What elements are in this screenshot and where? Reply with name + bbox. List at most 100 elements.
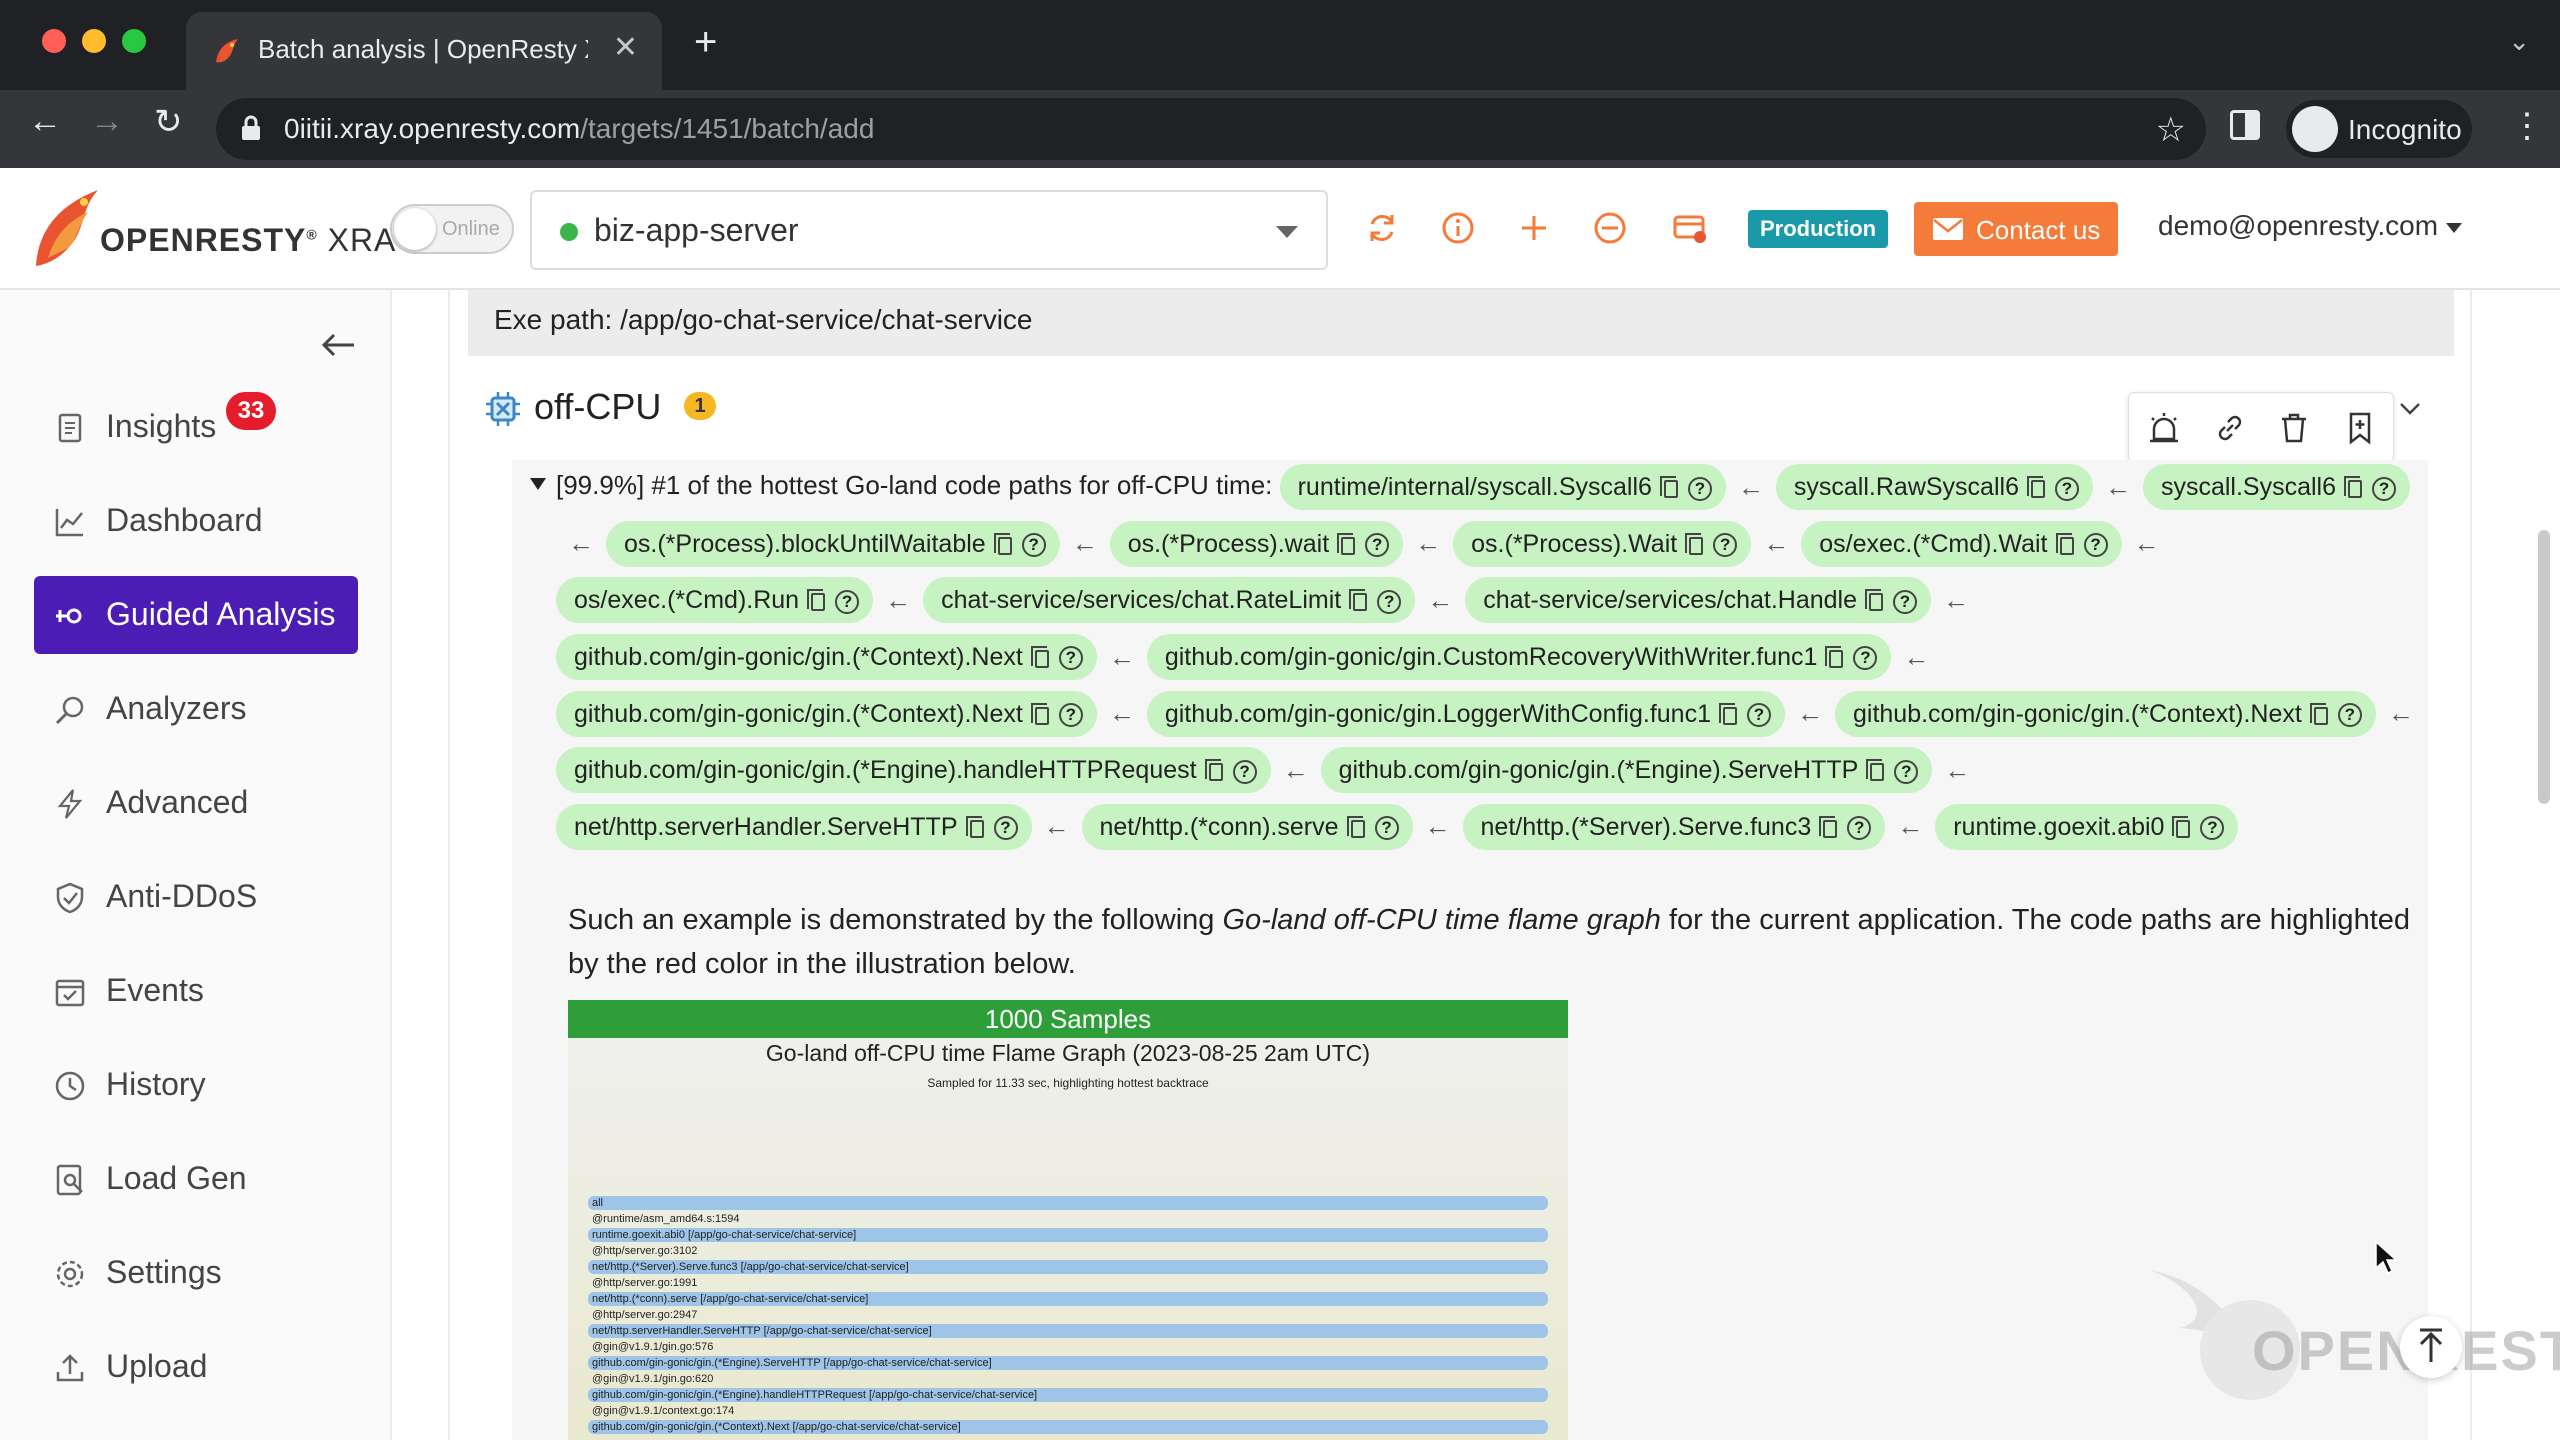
- help-icon[interactable]: ?: [2083, 533, 2108, 558]
- code-frame-pill[interactable]: os.(*Process).blockUntilWaitable?: [606, 520, 1060, 567]
- code-frame-pill[interactable]: github.com/gin-gonic/gin.(*Context).Next…: [556, 690, 1097, 737]
- sidebar-item-settings[interactable]: Settings: [34, 1234, 358, 1312]
- target-selector[interactable]: biz-app-server: [530, 190, 1328, 270]
- code-frame-pill[interactable]: runtime.goexit.abi0?: [1935, 803, 2239, 850]
- new-tab-button[interactable]: +: [694, 20, 717, 65]
- chevron-down-icon[interactable]: [2398, 396, 2422, 420]
- flame-frame[interactable]: @http/server.go:2947: [588, 1308, 1548, 1322]
- help-icon[interactable]: ?: [1377, 589, 1402, 614]
- window-close-button[interactable]: [42, 29, 66, 53]
- code-frame-pill[interactable]: syscall.RawSyscall6?: [1775, 464, 2093, 511]
- window-maximize-button[interactable]: [122, 29, 146, 53]
- flame-frame[interactable]: all: [588, 1196, 1548, 1210]
- card-icon[interactable]: [1672, 210, 1708, 246]
- forward-icon[interactable]: →: [90, 102, 124, 141]
- bookmark-star-icon[interactable]: ☆: [2156, 110, 2186, 150]
- flame-frame[interactable]: @http/server.go:3102: [588, 1244, 1548, 1258]
- code-frame-pill[interactable]: os/exec.(*Cmd).Wait?: [1801, 520, 2122, 567]
- help-icon[interactable]: ?: [2200, 816, 2225, 841]
- copy-icon[interactable]: [1718, 702, 1737, 725]
- sidebar-item-anti-ddos[interactable]: Anti-DDoS: [34, 858, 358, 936]
- help-icon[interactable]: ?: [1893, 589, 1917, 614]
- sidebar-item-guided-analysis[interactable]: Guided Analysis: [34, 576, 358, 654]
- contact-us-button[interactable]: Contact us: [1914, 202, 2118, 256]
- side-panel-icon[interactable]: [2230, 110, 2260, 140]
- sidebar-item-events[interactable]: Events: [34, 952, 358, 1030]
- copy-icon[interactable]: [1659, 476, 1678, 499]
- copy-icon[interactable]: [807, 589, 826, 612]
- openresty-xray-logo[interactable]: OPENRESTY® XRAY: [28, 178, 415, 278]
- help-icon[interactable]: ?: [1746, 703, 1771, 728]
- copy-icon[interactable]: [1346, 815, 1365, 838]
- refresh-icon[interactable]: [1364, 210, 1400, 246]
- flame-frame[interactable]: net/http.serverHandler.ServeHTTP [/app/g…: [588, 1324, 1548, 1338]
- sidebar-item-advanced[interactable]: Advanced: [34, 764, 358, 842]
- code-frame-pill[interactable]: net/http.serverHandler.ServeHTTP?: [556, 803, 1032, 850]
- flame-frame[interactable]: github.com/gin-gonic/gin.(*Engine).handl…: [588, 1388, 1548, 1402]
- copy-icon[interactable]: [1349, 589, 1368, 612]
- code-frame-pill[interactable]: os.(*Process).Wait?: [1453, 520, 1752, 567]
- copy-icon[interactable]: [965, 815, 984, 838]
- copy-icon[interactable]: [2344, 476, 2363, 499]
- code-frame-pill[interactable]: os/exec.(*Cmd).Run?: [556, 577, 874, 624]
- help-icon[interactable]: ?: [1713, 533, 1738, 558]
- flame-frame[interactable]: runtime.goexit.abi0 [/app/go-chat-servic…: [588, 1228, 1548, 1242]
- code-frame-pill[interactable]: os.(*Process).wait?: [1109, 520, 1404, 567]
- back-icon[interactable]: ←: [28, 102, 62, 141]
- sidebar-item-dashboard[interactable]: Dashboard: [34, 482, 358, 560]
- help-icon[interactable]: ?: [1058, 646, 1083, 671]
- copy-icon[interactable]: [2055, 532, 2074, 555]
- code-frame-pill[interactable]: net/http.(*conn).serve?: [1081, 803, 1413, 850]
- help-icon[interactable]: ?: [1687, 476, 1712, 501]
- help-icon[interactable]: ?: [835, 589, 860, 614]
- flame-frame[interactable]: github.com/gin-gonic/gin.(*Context).Next…: [588, 1420, 1548, 1434]
- tab-search-icon[interactable]: ⌄: [2508, 26, 2530, 57]
- copy-icon[interactable]: [1685, 532, 1704, 555]
- help-icon[interactable]: ?: [2054, 476, 2079, 501]
- code-frame-pill[interactable]: github.com/gin-gonic/gin.(*Engine).handl…: [556, 747, 1271, 794]
- trash-icon[interactable]: [2277, 411, 2311, 445]
- flame-frame[interactable]: @gin@v1.9.1/gin.go:576: [588, 1340, 1548, 1354]
- link-icon[interactable]: [2213, 411, 2247, 445]
- code-frame-pill[interactable]: github.com/gin-gonic/gin.CustomRecoveryW…: [1146, 634, 1892, 680]
- copy-icon[interactable]: [1204, 759, 1223, 782]
- plus-icon[interactable]: [1516, 210, 1552, 246]
- sidebar-item-analyzers[interactable]: Analyzers: [34, 670, 358, 748]
- help-icon[interactable]: ?: [1853, 646, 1878, 671]
- lock-icon[interactable]: [240, 114, 262, 142]
- code-frame-pill[interactable]: chat-service/services/chat.Handle?: [1465, 577, 1931, 624]
- sidebar-item-insights[interactable]: Insights 33: [34, 388, 358, 466]
- flame-frame[interactable]: @http/server.go:1991: [588, 1276, 1548, 1290]
- bookmark-add-icon[interactable]: [2343, 411, 2377, 445]
- flame-frame[interactable]: @gin@v1.9.1/context.go:174: [588, 1404, 1548, 1418]
- url-text[interactable]: 0iitii.xray.openresty.com/targets/1451/b…: [284, 113, 874, 145]
- info-icon[interactable]: [1440, 210, 1476, 246]
- help-icon[interactable]: ?: [2372, 476, 2397, 501]
- expand-triangle-icon[interactable]: [530, 478, 546, 490]
- copy-icon[interactable]: [2026, 476, 2045, 499]
- copy-icon[interactable]: [1030, 702, 1049, 725]
- code-frame-pill[interactable]: syscall.Syscall6?: [2142, 464, 2411, 511]
- code-frame-pill[interactable]: net/http.(*Server).Serve.func3?: [1462, 803, 1886, 850]
- help-icon[interactable]: ?: [1232, 759, 1257, 784]
- help-icon[interactable]: ?: [993, 816, 1018, 841]
- help-icon[interactable]: ?: [1847, 816, 1872, 841]
- collapse-sidebar-icon[interactable]: [318, 330, 358, 360]
- copy-icon[interactable]: [1866, 759, 1885, 782]
- minus-circle-icon[interactable]: [1592, 210, 1628, 246]
- code-frame-pill[interactable]: github.com/gin-gonic/gin.(*Context).Next…: [556, 634, 1097, 680]
- flame-frame[interactable]: net/http.(*Server).Serve.func3 [/app/go-…: [588, 1260, 1548, 1274]
- copy-icon[interactable]: [1865, 589, 1883, 612]
- code-frame-pill[interactable]: github.com/gin-gonic/gin.LoggerWithConfi…: [1146, 690, 1785, 737]
- code-frame-pill[interactable]: github.com/gin-gonic/gin.(*Context).Next…: [1834, 690, 2376, 737]
- code-frame-pill[interactable]: github.com/gin-gonic/gin.(*Engine).Serve…: [1320, 747, 1933, 794]
- back-to-top-button[interactable]: [2400, 1316, 2462, 1378]
- code-frame-pill[interactable]: runtime/internal/syscall.Syscall6?: [1279, 464, 1726, 511]
- flame-frame[interactable]: net/http.(*conn).serve [/app/go-chat-ser…: [588, 1292, 1548, 1306]
- sidebar-item-upload[interactable]: Upload: [34, 1328, 358, 1406]
- help-icon[interactable]: ?: [1058, 703, 1083, 728]
- sidebar-item-load-gen[interactable]: Load Gen: [34, 1140, 358, 1218]
- copy-icon[interactable]: [1337, 532, 1356, 555]
- copy-icon[interactable]: [1030, 646, 1049, 668]
- reload-icon[interactable]: ↻: [154, 102, 183, 142]
